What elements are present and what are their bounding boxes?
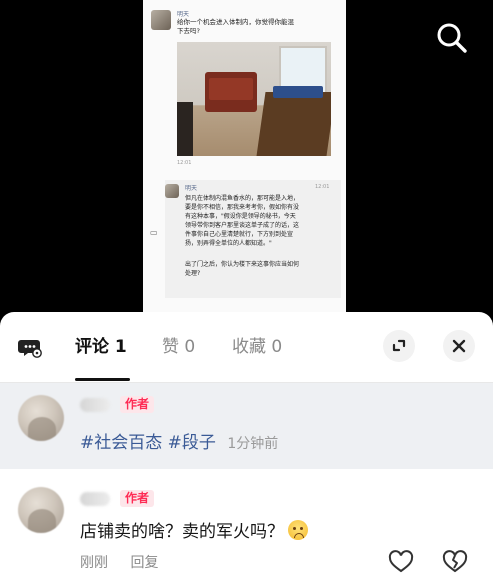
hashtag-link[interactable]: #段子 [168,433,216,453]
office-photo [177,42,331,156]
hashtag-link[interactable]: #社会百态 [80,433,162,453]
tab-likes[interactable]: 赞 0 [162,336,195,358]
tab-favorites-label: 收藏 [232,337,266,357]
comment-time: 1分钟前 [227,436,279,452]
quoted-reply: 明天 12:01 但凡在体制内混鱼香水的，那可能是入地， 要是你不相信，那我来考… [165,180,341,298]
post-screenshot: 明天 给你一个机会进入体制内，你觉得你能混 下去吗? 12:01 明天 12:0… [143,0,346,312]
tab-comments-count: 1 [114,337,127,357]
dislike-button[interactable] [442,550,468,574]
poster-avatar [151,10,171,30]
tab-comments[interactable]: 评论 1 [75,336,127,358]
quote-line-1: 要是你不相信，那我来考考你，假如你有没 [185,204,300,211]
avatar[interactable] [18,487,64,533]
tab-favorites-count: 0 [271,337,283,357]
comment-text[interactable]: 店铺卖的啥？卖的军火吗？ [80,520,308,544]
expand-button[interactable] [383,330,415,362]
tab-favorites[interactable]: 收藏 0 [232,336,282,358]
poster-name: 明天 [177,11,190,18]
quote-author: 明天 [185,185,198,192]
quote-time: 12:01 [315,184,330,190]
broken-heart-icon [442,550,468,573]
quote-line-0: 但凡在体制内混鱼香水的，那可能是入地， [185,195,300,202]
expand-icon [392,339,406,352]
comment-bubble-icon: ▭ [150,228,158,237]
chat-bubble-icon [18,340,42,358]
comment-time: 刚刚 [80,555,108,571]
author-badge: 作者 [120,490,155,507]
quote-line-2: 有这种本事，"假设你是领导的秘书，今天 [185,213,296,220]
post-time: 12:01 [177,160,192,166]
quote-line-5: 扬，别弄得全单位的人都知道。" [185,240,272,247]
like-button[interactable] [388,550,414,574]
comment-hashtags: #社会百态 #段子 1分钟前 [80,432,278,455]
quote-line-7: 出了门之后，你认为楼下来这事你应当如何 [185,261,300,268]
post-text-line1: 给你一个机会进入体制内，你觉得你能混 [177,18,294,26]
close-button[interactable] [443,330,475,362]
comment-sheet: 评论 1 赞 0 收藏 0 作者 #社会百态 #段子 1分钟前 作者 店铺卖的啥… [0,312,493,583]
tab-likes-count: 0 [184,337,196,357]
tab-comments-label: 评论 [75,337,109,357]
sweat-smile-emoji-icon [288,520,308,540]
author-badge: 作者 [120,396,155,413]
username-blurred[interactable] [80,492,110,506]
reply-button[interactable]: 回复 [130,555,158,571]
post-text-line2: 下去吗? [177,27,200,35]
search-icon [437,23,467,53]
close-icon [452,339,466,353]
quote-line-8: 处理? [185,270,201,277]
quote-line-3: 领导带你到客户那里谈这单子成了的话，这 [185,222,300,229]
video-area[interactable]: 明天 给你一个机会进入体制内，你觉得你能混 下去吗? 12:01 明天 12:0… [0,0,493,318]
search-button[interactable] [432,18,472,58]
comment-body: 店铺卖的啥？卖的军火吗？ [80,522,284,542]
quote-line-4: 件事你自己心里清楚就行，下方别到处宣 [185,231,294,238]
comment-meta: 刚刚 回复 [80,552,158,572]
avatar[interactable] [18,395,64,441]
tabs-bar: 评论 1 赞 0 收藏 0 [0,312,493,382]
active-tab-indicator [75,378,130,381]
heart-icon [388,550,414,573]
quote-avatar [165,184,179,198]
comment-item-pinned[interactable]: 作者 [0,383,493,469]
username-blurred[interactable] [80,398,110,412]
tab-likes-label: 赞 [162,337,179,357]
